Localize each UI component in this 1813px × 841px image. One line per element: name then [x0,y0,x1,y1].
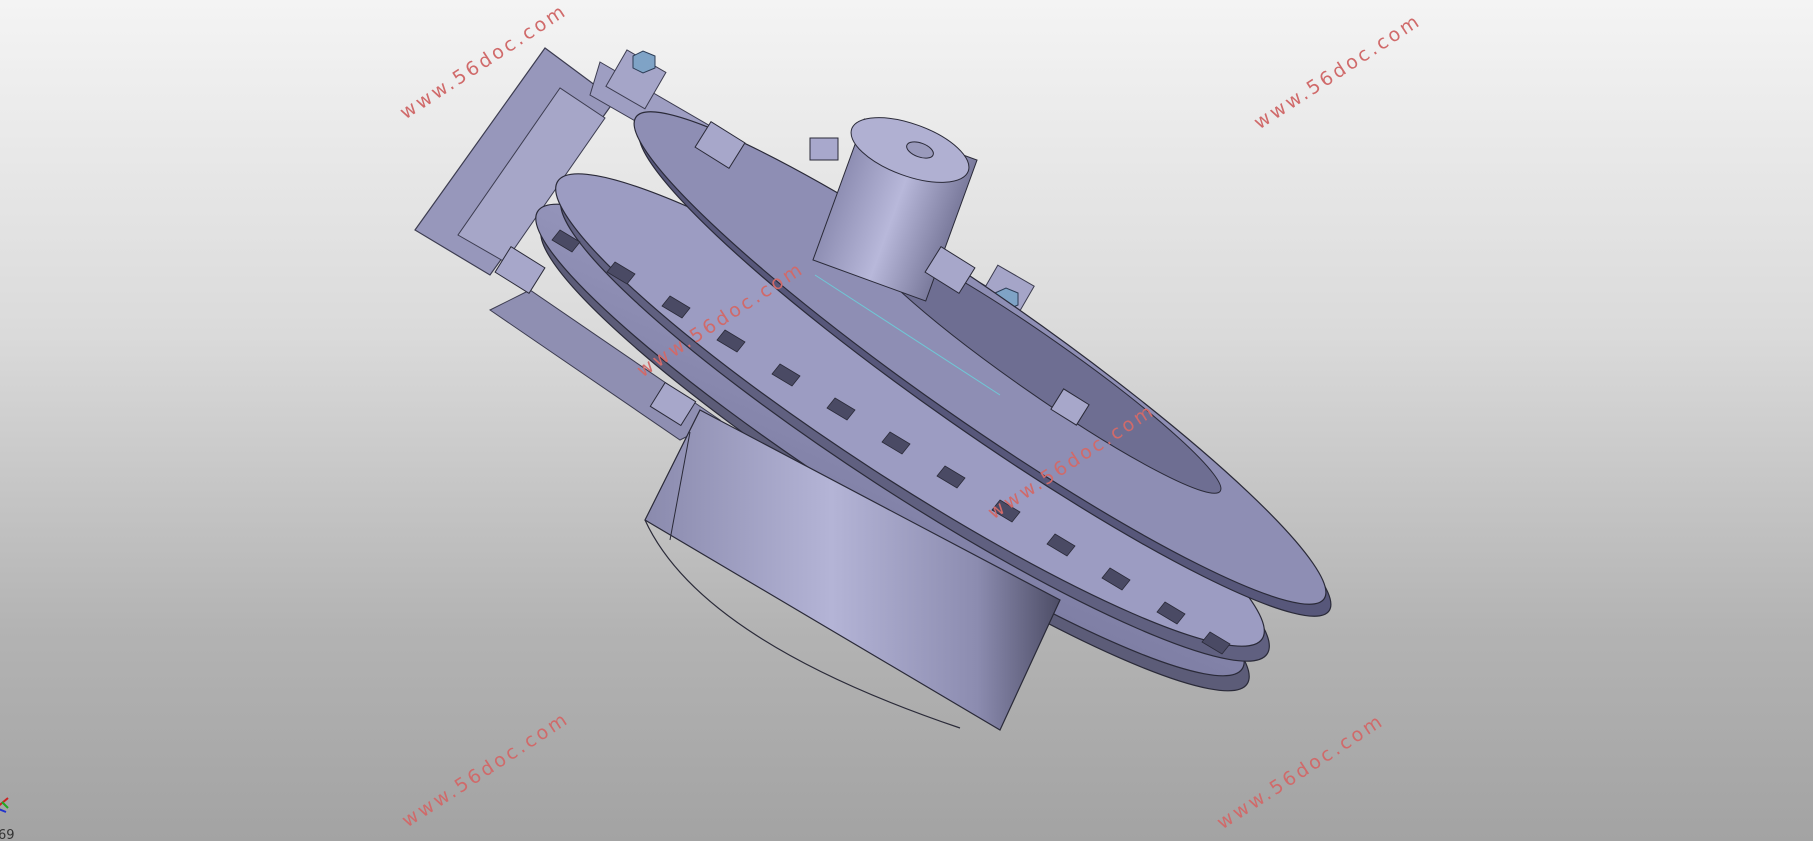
cad-model-view[interactable] [0,0,1813,841]
corner-label: 69 [0,828,15,841]
graphics-viewport[interactable]: www.56doc.com www.56doc.com www.56doc.co… [0,0,1813,841]
axis-triad-icon[interactable] [0,786,12,816]
